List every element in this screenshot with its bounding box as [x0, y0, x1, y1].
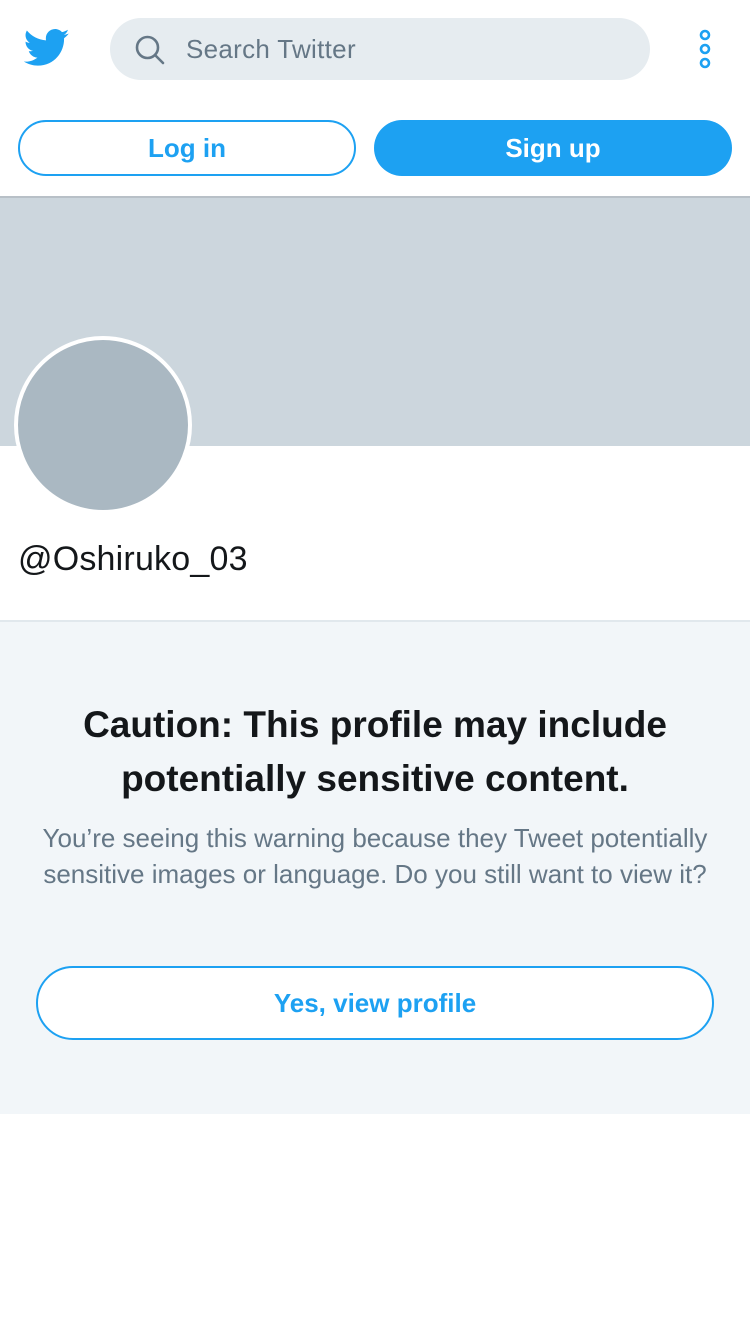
- search-placeholder: Search Twitter: [186, 34, 356, 64]
- top-bar: Search Twitter: [0, 0, 750, 98]
- more-vertical-icon[interactable]: [690, 28, 720, 70]
- search-input[interactable]: Search Twitter: [110, 18, 650, 80]
- view-profile-button[interactable]: Yes, view profile: [36, 966, 714, 1040]
- caution-message: You’re seeing this warning because they …: [42, 823, 708, 889]
- login-button[interactable]: Log in: [18, 120, 356, 176]
- sensitive-content-warning: Caution: This profile may include potent…: [0, 620, 750, 1114]
- signup-button[interactable]: Sign up: [374, 120, 732, 176]
- search-icon: [135, 35, 165, 65]
- profile-page: Search Twitter Log in Sign up @Oshiruko_…: [0, 0, 750, 1334]
- twitter-bird-icon[interactable]: [24, 28, 70, 68]
- avatar[interactable]: [14, 336, 192, 514]
- caution-title: Caution: This profile may include potent…: [83, 704, 667, 799]
- profile-handle: @Oshiruko_03: [18, 540, 248, 578]
